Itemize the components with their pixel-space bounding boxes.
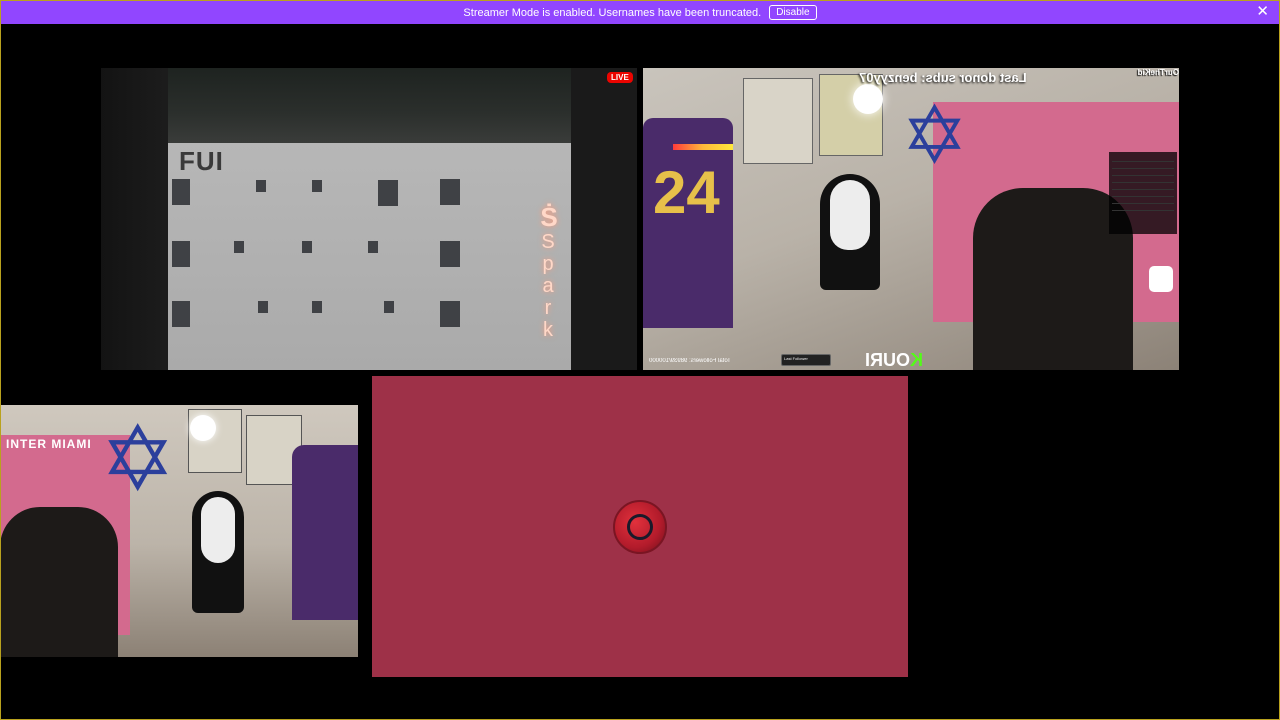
audio-meter xyxy=(673,144,733,150)
brand-prefix: K xyxy=(910,350,923,370)
jersey xyxy=(292,445,358,620)
stream-owner: OurTheKid xyxy=(1137,68,1179,77)
brand-rest: OURI xyxy=(865,350,910,370)
mask-face xyxy=(830,180,870,250)
gaming-chair xyxy=(0,507,118,657)
neon-sign: Ṡ Spark xyxy=(529,204,569,370)
sign-logo-icon: Ṡ xyxy=(540,202,558,232)
mask-face xyxy=(201,497,235,563)
stream-tile-building[interactable]: FUI Ṡ Spark xyxy=(101,68,637,370)
stream-tile-room-main[interactable]: 24 ✡ Last donor subs: benzyy07 OurTheKid… xyxy=(643,68,1179,370)
star-decoration-icon: ✡ xyxy=(100,410,176,510)
brand-logo: KOURI xyxy=(865,350,923,370)
streamer-mode-banner: Streamer Mode is enabled. Usernames have… xyxy=(1,1,1279,24)
leaderboard-overlay xyxy=(1109,152,1177,234)
stream-tile-room-secondary[interactable]: INTER MIAMI ✡ xyxy=(0,405,358,657)
jersey-number: 24 xyxy=(653,159,720,226)
ring-light xyxy=(190,415,216,441)
followers-counter: Total Followers: 98939/100000 xyxy=(649,358,731,364)
train-icon xyxy=(1149,266,1173,292)
stream-topic: Last donor subs: benzyy07 xyxy=(859,70,1027,85)
avatar-logo-icon xyxy=(627,514,653,540)
poster-text: INTER MIAMI xyxy=(6,437,92,451)
poster xyxy=(743,78,813,164)
building-roof xyxy=(168,68,571,143)
disable-button[interactable]: Disable xyxy=(769,5,817,20)
sign-text: Spark xyxy=(537,231,559,341)
building-wall xyxy=(168,143,571,370)
wall-lettering: FUI xyxy=(179,146,224,176)
star-decoration-icon: ✡ xyxy=(901,91,969,180)
last-follower-widget: Last Follower xyxy=(781,354,831,366)
stream-tile-placeholder[interactable] xyxy=(372,376,908,677)
streamer-mode-message: Streamer Mode is enabled. Usernames have… xyxy=(463,6,762,19)
close-icon[interactable]: ✕ xyxy=(1256,3,1269,21)
ring-light xyxy=(853,84,883,114)
live-badge: LIVE xyxy=(607,72,633,83)
